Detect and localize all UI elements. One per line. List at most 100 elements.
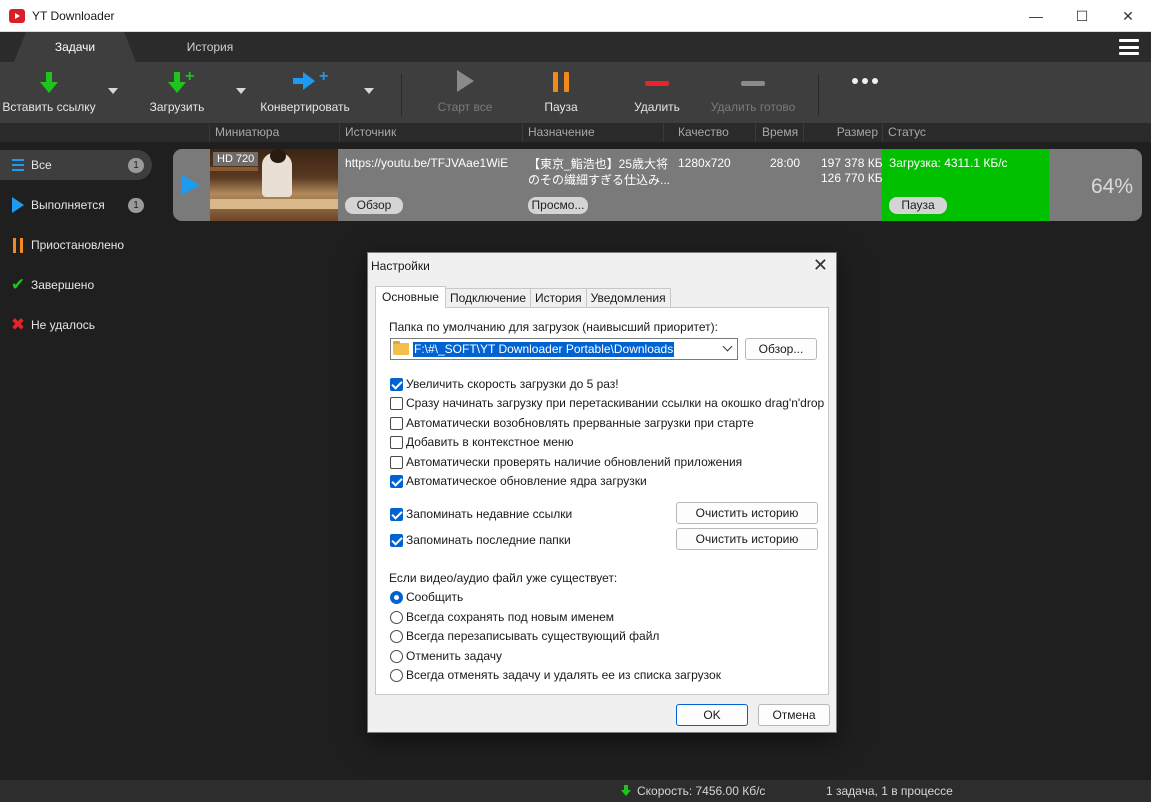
view-button[interactable]: Просмо...: [528, 197, 588, 214]
sidebar-item-paused[interactable]: Приостановлено: [0, 230, 152, 260]
col-time[interactable]: Время: [755, 124, 803, 142]
folder-label: Папка по умолчанию для загрузок (наивысш…: [389, 320, 718, 334]
option-label: Автоматическое обновление ядра загрузки: [406, 474, 647, 488]
radio-notify[interactable]: [390, 591, 403, 604]
col-size[interactable]: Размер: [803, 124, 882, 142]
checkbox-speed-boost[interactable]: [390, 378, 403, 391]
radio-save-new-name[interactable]: [390, 611, 403, 624]
tab-tasks[interactable]: Задачи: [14, 32, 136, 62]
minus-icon: [733, 62, 773, 94]
delete-label: Удалить: [634, 100, 680, 114]
col-thumbnail[interactable]: Миниатюра: [209, 124, 339, 142]
tab-history[interactable]: История: [150, 32, 270, 62]
sidebar: Все 1 Выполняется 1 Приостановлено ✔ Зав…: [0, 142, 160, 780]
download-dropdown-caret-icon[interactable]: [236, 88, 246, 94]
dialog-close-button[interactable]: ✕: [813, 255, 828, 276]
sidebar-item-completed[interactable]: ✔ Завершено: [0, 270, 152, 300]
menu-icon[interactable]: [1119, 39, 1139, 55]
paste-link-button[interactable]: Вставить ссылку: [2, 62, 96, 124]
quality-value: 1280x720: [678, 156, 731, 170]
sidebar-item-running[interactable]: Выполняется 1: [0, 190, 152, 220]
status-text: Загрузка: 4311.1 КБ/с: [889, 156, 1008, 170]
option-label: Автоматически проверять наличие обновлен…: [406, 455, 743, 469]
status-bar: Скорость: 7456.00 Кб/с 1 задача, 1 в про…: [0, 780, 1151, 802]
browse-folder-button[interactable]: Обзор...: [745, 338, 817, 360]
checkbox-remember-folders[interactable]: [390, 534, 403, 547]
play-icon[interactable]: [182, 175, 200, 195]
toolbar-separator: [818, 74, 819, 116]
tab-notifications[interactable]: Уведомления: [585, 288, 671, 308]
size-total: 197 378 КБ: [821, 156, 883, 170]
start-all-button[interactable]: Старт все: [434, 62, 496, 124]
sidebar-item-all[interactable]: Все 1: [0, 150, 152, 180]
folder-icon: [393, 341, 409, 355]
clear-links-history-button[interactable]: Очистить историю: [676, 502, 818, 524]
settings-dialog: Настройки ✕ Основные Подключение История…: [367, 252, 837, 733]
sidebar-item-label: Приостановлено: [31, 238, 125, 252]
pause-icon: [541, 62, 581, 94]
col-quality[interactable]: Качество: [663, 124, 755, 142]
pause-download-button[interactable]: Пауза: [889, 197, 947, 214]
sidebar-item-label: Выполняется: [31, 198, 105, 212]
browse-source-button[interactable]: Обзор: [345, 197, 403, 214]
checkbox-check-updates[interactable]: [390, 456, 403, 469]
checkbox-remember-links[interactable]: [390, 508, 403, 521]
convert-arrow-icon: +: [285, 62, 328, 94]
sidebar-item-label: Не удалось: [31, 318, 96, 332]
dialog-title: Настройки: [371, 259, 430, 273]
radio-cancel-and-remove[interactable]: [390, 669, 403, 682]
progress-fill: Загрузка: 4311.1 КБ/с Пауза: [882, 149, 1049, 221]
radio-cancel-task[interactable]: [390, 650, 403, 663]
clear-folders-history-button[interactable]: Очистить историю: [676, 528, 818, 550]
title-bar: YT Downloader — ☐ ✕: [0, 0, 1151, 32]
download-button[interactable]: + Загрузить: [146, 62, 208, 124]
delete-button[interactable]: Удалить: [627, 62, 687, 124]
col-status[interactable]: Статус: [882, 124, 1142, 142]
file-exists-label: Если видео/аудио файл уже существует:: [389, 571, 618, 585]
checkbox-core-update[interactable]: [390, 475, 403, 488]
close-button[interactable]: ✕: [1105, 0, 1151, 32]
convert-dropdown-caret-icon[interactable]: [364, 88, 374, 94]
ok-button[interactable]: OK: [676, 704, 748, 726]
folder-path: F:\#\_SOFT\YT Downloader Portable\Downlo…: [413, 342, 675, 357]
checkbox-auto-resume[interactable]: [390, 417, 403, 430]
window-title: YT Downloader: [32, 8, 115, 23]
tab-connection[interactable]: Подключение: [444, 288, 532, 308]
download-arrow-icon: +: [157, 62, 197, 94]
maximize-button[interactable]: ☐: [1059, 0, 1105, 32]
destination-line-1: 【東京_鮨浩也】25歳大将: [528, 157, 669, 171]
pause-button[interactable]: Пауза: [531, 62, 591, 124]
minus-icon: [637, 62, 677, 94]
delete-done-button[interactable]: Удалить готово: [706, 62, 800, 124]
col-destination[interactable]: Назначение: [522, 124, 663, 142]
radio-label: Всегда сохранять под новым именем: [406, 610, 615, 624]
source-url: https://youtu.be/TFJVAae1WiE: [345, 156, 509, 170]
count-badge: 1: [128, 158, 144, 173]
col-source[interactable]: Источник: [339, 124, 522, 142]
destination-line-2: のその繊細すぎる仕込み...: [528, 173, 671, 187]
x-icon: ✖: [10, 315, 26, 334]
video-thumbnail[interactable]: HD 720: [210, 149, 338, 221]
minimize-button[interactable]: —: [1013, 0, 1059, 32]
more-button[interactable]: [844, 62, 886, 124]
checkbox-context-menu[interactable]: [390, 436, 403, 449]
window-controls: — ☐ ✕: [1013, 0, 1151, 32]
chevron-down-icon[interactable]: [722, 341, 733, 352]
pause-label: Пауза: [544, 100, 578, 114]
tab-history[interactable]: История: [530, 288, 587, 308]
toolbar: Вставить ссылку + Загрузить + Конвертиро…: [0, 62, 1151, 124]
radio-overwrite[interactable]: [390, 630, 403, 643]
time-value: 28:00: [770, 156, 801, 170]
checkbox-drag-drop-start[interactable]: [390, 397, 403, 410]
sidebar-item-failed[interactable]: ✖ Не удалось: [0, 310, 152, 340]
pause-icon: [9, 236, 27, 254]
tab-strip: Задачи История: [0, 32, 1151, 62]
convert-button[interactable]: + Конвертировать: [259, 62, 351, 124]
play-icon: [9, 196, 27, 214]
tab-general[interactable]: Основные: [375, 286, 446, 308]
paste-dropdown-caret-icon[interactable]: [108, 88, 118, 94]
option-label: Добавить в контекстное меню: [406, 435, 574, 449]
download-folder-combo[interactable]: F:\#\_SOFT\YT Downloader Portable\Downlo…: [390, 338, 738, 360]
cancel-button[interactable]: Отмена: [758, 704, 830, 726]
download-row[interactable]: HD 720 https://youtu.be/TFJVAae1WiE Обзо…: [173, 149, 1142, 221]
